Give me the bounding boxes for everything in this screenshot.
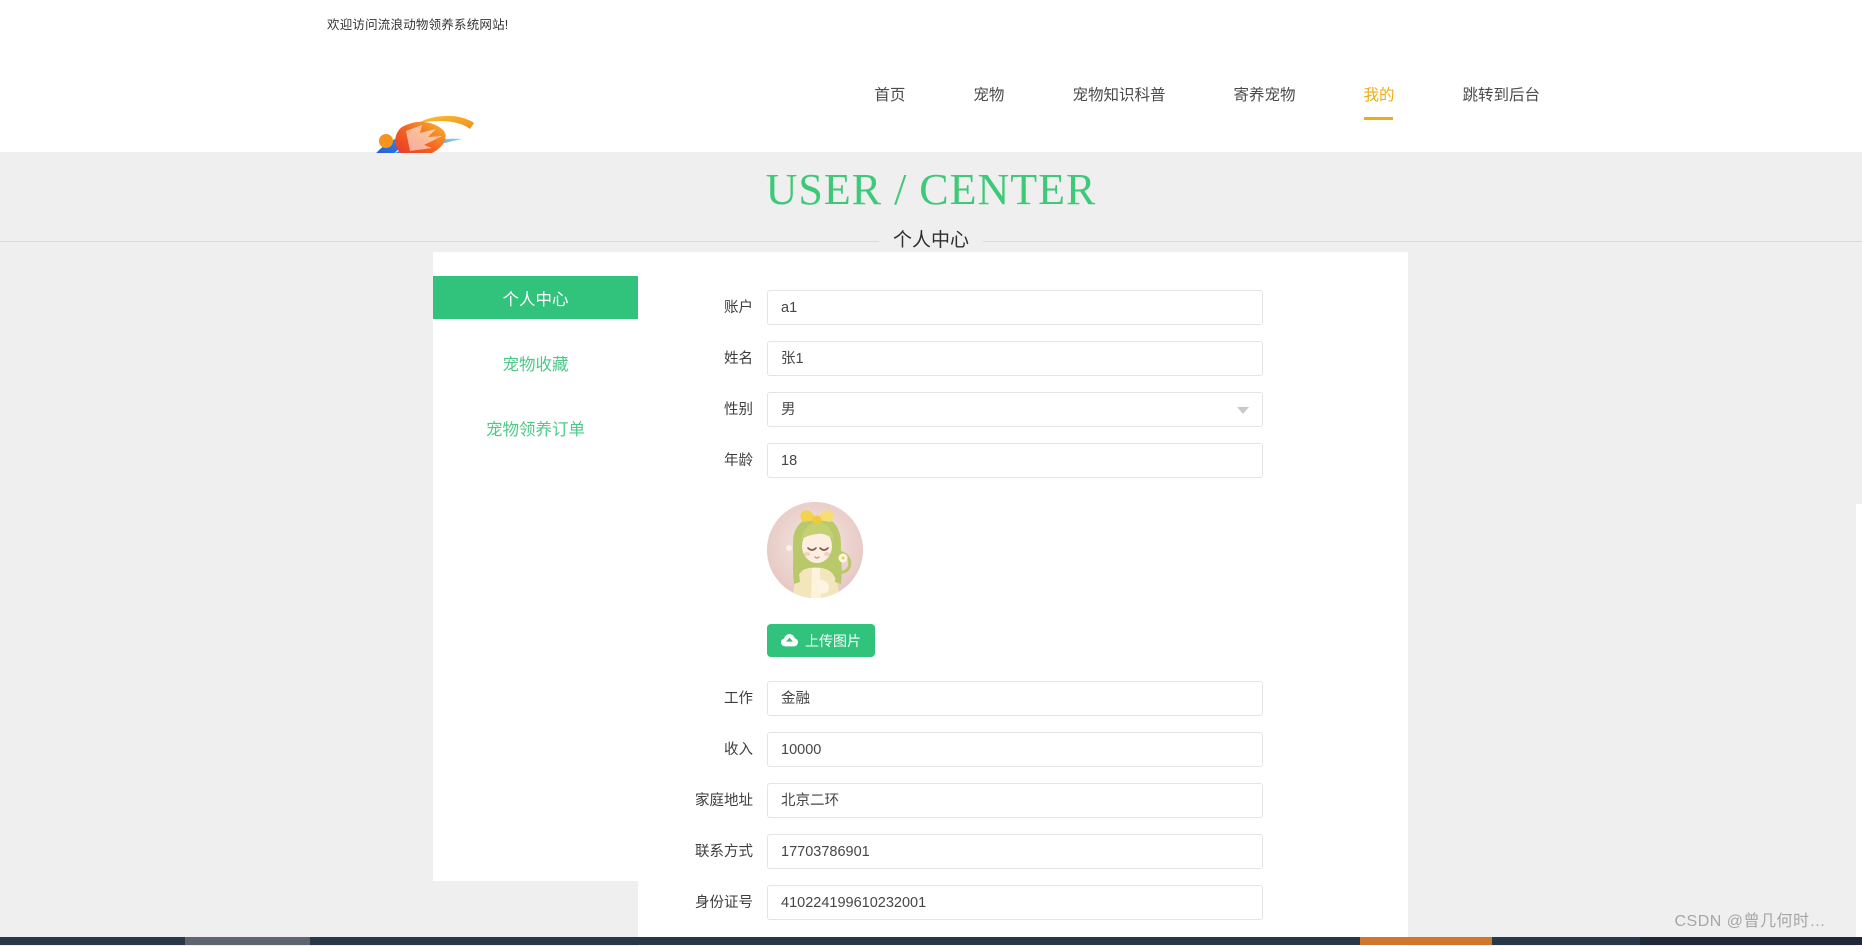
content-area: 个人中心 宠物收藏 宠物领养订单 账户 a1 姓名 张1 性别 男 年龄 18 … [0,252,1862,946]
nav-item-pets[interactable]: 宠物 [973,84,1004,114]
os-taskbar [0,937,1862,945]
input-address-value: 北京二环 [781,792,839,809]
main-nav: 首页 宠物 宠物知识科普 寄养宠物 我的 跳转到后台 [840,46,1540,152]
page-root: 欢迎访问流浪动物领养系统网站! 首页 宠物 宠物知识科普 寄养宠物 我的 跳转到… [0,0,1862,946]
input-id-number[interactable]: 410224199610232001 [767,885,1263,920]
top-welcome-bar: 欢迎访问流浪动物领养系统网站! [0,0,1862,47]
avatar-spacer [638,502,767,598]
nav-item-mine[interactable]: 我的 [1363,84,1394,120]
nav-item-pet-knowledge[interactable]: 宠物知识科普 [1072,84,1165,114]
input-account[interactable]: a1 [767,290,1263,325]
label-income: 收入 [724,741,753,758]
input-id-number-value: 410224199610232001 [781,894,927,911]
watermark: CSDN @曾几何时… [1674,913,1826,930]
sidebar-item-personal-center[interactable]: 个人中心 [433,276,638,319]
sidebar-item-label: 宠物领养订单 [486,420,585,439]
form-row-phone: 联系方式 17703786901 [638,834,1408,869]
title-divider-left [0,240,879,242]
input-phone-value: 17703786901 [781,843,870,860]
form-row-account: 账户 a1 [638,290,1408,325]
input-income[interactable]: 10000 [767,732,1263,767]
label-name: 姓名 [724,350,753,367]
select-gender-value: 男 [781,401,796,418]
taskbar-segment-highlight[interactable] [1360,937,1492,945]
form-row-age: 年龄 18 [638,443,1408,478]
avatar-row [638,502,1408,598]
top-welcome-bar-inner: 欢迎访问流浪动物领养系统网站! [327,0,1535,47]
profile-form: 账户 a1 姓名 张1 性别 男 年龄 18 上传图片 工作 金融 收入 100… [638,252,1408,920]
input-age[interactable]: 18 [767,443,1263,478]
input-account-value: a1 [781,299,798,316]
input-age-value: 18 [781,452,798,469]
form-row-income: 收入 10000 [638,732,1408,767]
form-row-name: 姓名 张1 [638,341,1408,376]
site-header: 首页 宠物 宠物知识科普 寄养宠物 我的 跳转到后台 [0,46,1862,173]
input-phone[interactable]: 17703786901 [767,834,1263,869]
sidebar-item-label: 宠物收藏 [502,355,569,374]
page-title: USER / CENTER [765,165,1097,214]
label-account: 账户 [724,299,753,316]
form-row-address: 家庭地址 北京二环 [638,783,1408,818]
input-job[interactable]: 金融 [767,681,1263,716]
nav-item-home[interactable]: 首页 [874,84,905,114]
label-address: 家庭地址 [695,792,753,809]
cloud-upload-icon [781,634,798,647]
label-id-number: 身份证号 [695,894,753,911]
upload-image-label: 上传图片 [805,632,861,649]
title-divider-right [983,240,1862,242]
upload-spacer [638,624,767,657]
upload-image-button[interactable]: 上传图片 [767,624,875,657]
page-subtitle: 个人中心 [893,230,970,251]
right-gutter [1856,504,1862,946]
select-gender[interactable]: 男 [767,392,1263,427]
user-sidebar: 个人中心 宠物收藏 宠物领养订单 [433,252,638,881]
sidebar-item-label: 个人中心 [502,290,569,309]
avatar[interactable] [767,502,863,598]
form-row-id-number: 身份证号 410224199610232001 [638,885,1408,920]
nav-item-foster-pets[interactable]: 寄养宠物 [1233,84,1295,114]
profile-form-card: 账户 a1 姓名 张1 性别 男 年龄 18 上传图片 工作 金融 收入 100… [638,252,1408,946]
nav-item-admin[interactable]: 跳转到后台 [1462,84,1540,114]
sidebar-item-pet-favorites[interactable]: 宠物收藏 [433,341,638,384]
input-income-value: 10000 [781,741,822,758]
page-title-band: USER / CENTER 个人中心 [0,153,1862,252]
taskbar-segment-active-window[interactable] [185,937,310,945]
label-gender: 性别 [724,401,753,418]
taskbar-segment-tray[interactable] [1640,937,1862,945]
chevron-down-icon[interactable] [1237,406,1249,414]
sidebar-item-adoption-orders[interactable]: 宠物领养订单 [433,406,638,449]
label-age: 年龄 [724,452,753,469]
input-address[interactable]: 北京二环 [767,783,1263,818]
form-row-gender: 性别 男 [638,392,1408,427]
upload-row: 上传图片 [638,624,1408,657]
label-job: 工作 [724,690,753,707]
label-phone: 联系方式 [695,843,753,860]
input-job-value: 金融 [781,690,810,707]
input-name-value: 张1 [781,350,804,367]
form-row-job: 工作 金融 [638,681,1408,716]
input-name[interactable]: 张1 [767,341,1263,376]
welcome-text: 欢迎访问流浪动物领养系统网站! [327,17,509,32]
